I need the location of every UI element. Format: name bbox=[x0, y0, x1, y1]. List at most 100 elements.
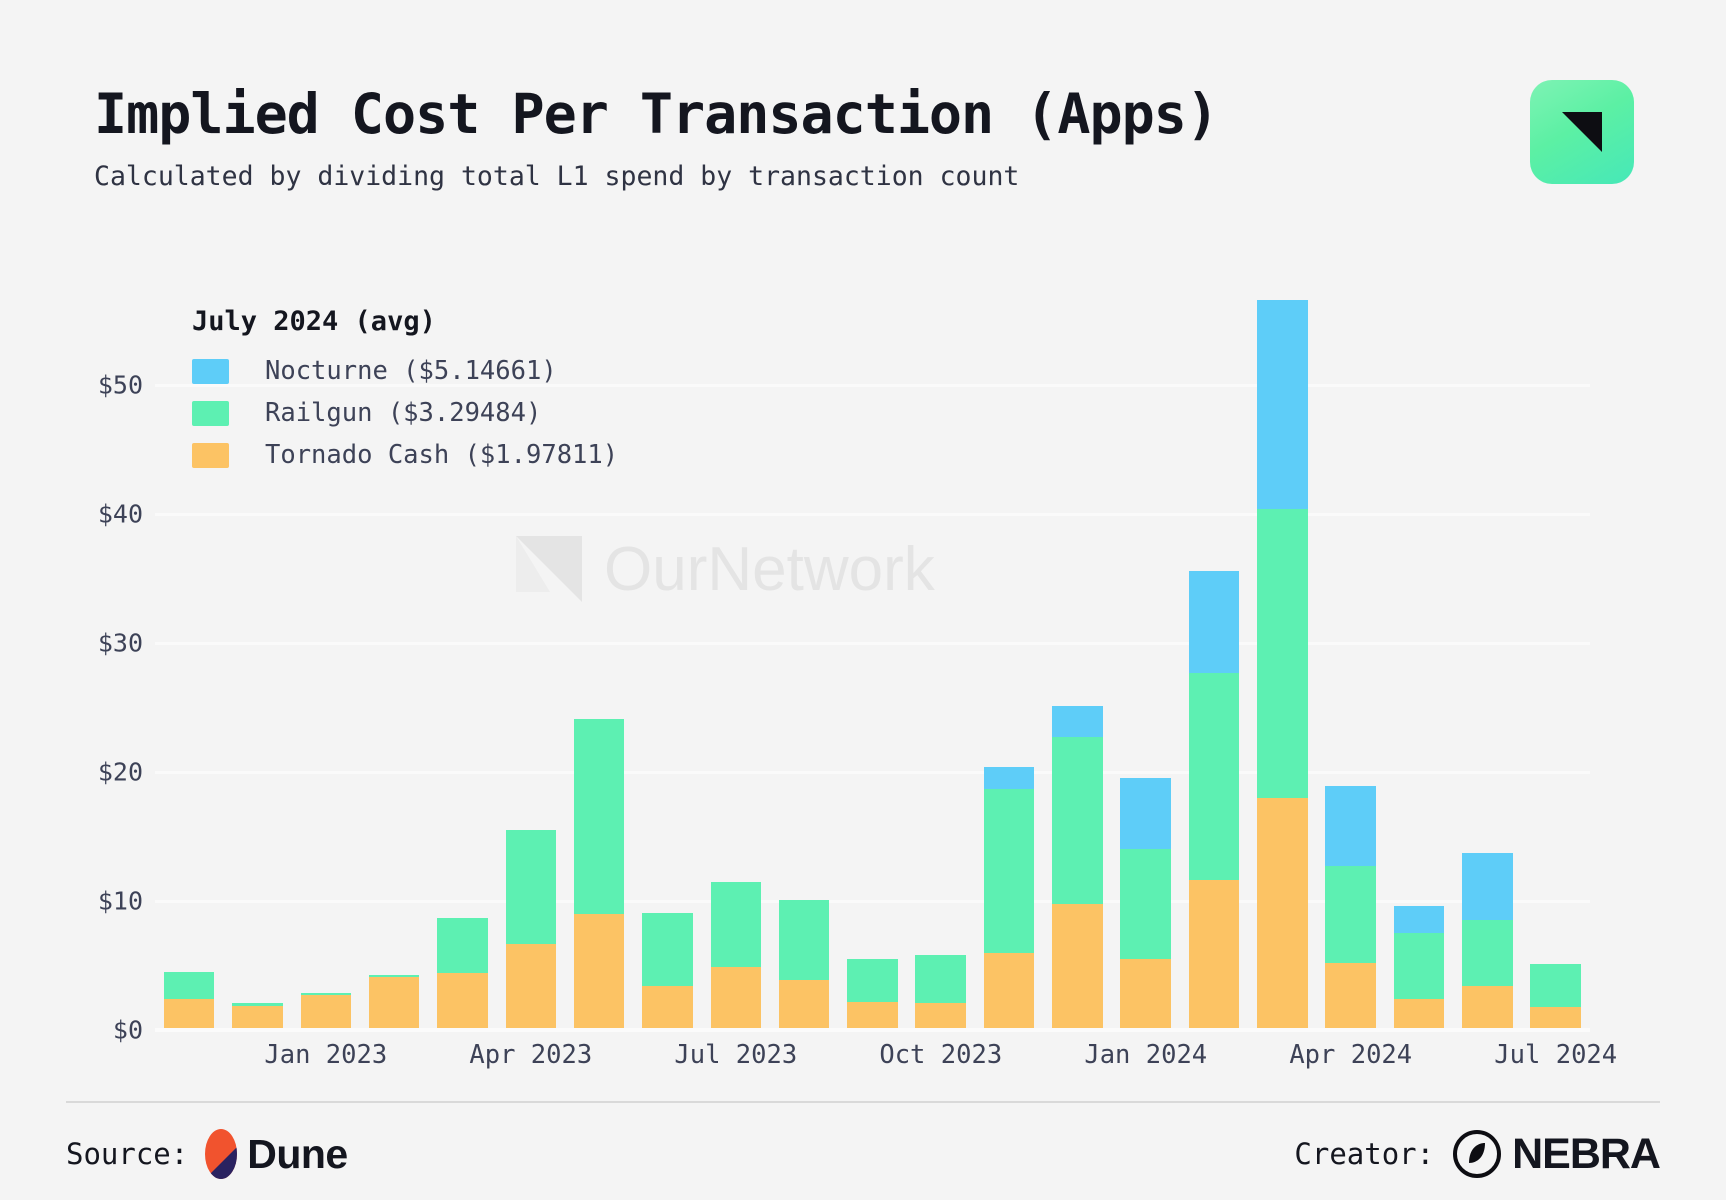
bar-slot[interactable] bbox=[1317, 385, 1385, 1030]
bar-segment-nocturne[interactable] bbox=[1393, 906, 1445, 934]
bar-stack[interactable] bbox=[1052, 706, 1103, 1030]
bar-stack[interactable] bbox=[505, 830, 557, 1030]
bar-segment-tornado-cash[interactable] bbox=[1325, 962, 1377, 1030]
legend-item-tornado-cash[interactable]: Tornado Cash ($1.97811) bbox=[192, 440, 618, 470]
bar-segment-tornado-cash[interactable] bbox=[642, 986, 693, 1030]
bar-segment-tornado-cash[interactable] bbox=[368, 977, 420, 1030]
dune-ellipse-logo-icon bbox=[204, 1128, 238, 1180]
chart-footer: Source: Dune Creator: NEBRA bbox=[66, 1124, 1661, 1184]
bar-segment-tornado-cash[interactable] bbox=[983, 952, 1035, 1030]
bar-segment-tornado-cash[interactable] bbox=[505, 943, 557, 1030]
bar-segment-railgun[interactable] bbox=[710, 881, 762, 967]
chart-card: Implied Cost Per Transaction (Apps) Calc… bbox=[0, 0, 1726, 1200]
bar-segment-nocturne[interactable] bbox=[983, 766, 1035, 789]
bar-segment-tornado-cash[interactable] bbox=[1462, 986, 1513, 1030]
bar-segment-tornado-cash[interactable] bbox=[915, 1002, 967, 1030]
bar-segment-tornado-cash[interactable] bbox=[300, 995, 352, 1030]
bar-stack[interactable] bbox=[232, 1002, 283, 1030]
bar-segment-railgun[interactable] bbox=[1462, 920, 1513, 987]
legend-item-nocturne[interactable]: Nocturne ($5.14661) bbox=[192, 356, 618, 386]
bar-segment-tornado-cash[interactable] bbox=[1188, 880, 1240, 1030]
bar-stack[interactable] bbox=[642, 912, 693, 1030]
bar-slot[interactable] bbox=[1112, 385, 1180, 1030]
bar-segment-nocturne[interactable] bbox=[1257, 299, 1308, 509]
bar-stack[interactable] bbox=[1325, 786, 1377, 1030]
bar-slot[interactable] bbox=[770, 385, 838, 1030]
bar-segment-railgun[interactable] bbox=[573, 719, 625, 914]
bar-stack[interactable] bbox=[573, 719, 625, 1030]
bar-segment-railgun[interactable] bbox=[1052, 737, 1103, 904]
bar-stack[interactable] bbox=[368, 974, 420, 1030]
bar-stack[interactable] bbox=[300, 992, 352, 1030]
bar-slot[interactable] bbox=[1385, 385, 1453, 1030]
bar-slot[interactable] bbox=[907, 385, 975, 1030]
bar-segment-railgun[interactable] bbox=[1325, 866, 1377, 963]
bar-stack[interactable] bbox=[163, 971, 215, 1030]
y-axis-tick-label: $30 bbox=[97, 628, 143, 658]
bar-segment-railgun[interactable] bbox=[642, 912, 693, 987]
bar-segment-railgun[interactable] bbox=[1188, 672, 1240, 881]
bar-stack[interactable] bbox=[983, 766, 1035, 1030]
bar-segment-railgun[interactable] bbox=[1120, 849, 1172, 960]
bar-stack[interactable] bbox=[1257, 299, 1308, 1030]
legend-swatch-icon bbox=[192, 400, 229, 426]
bar-segment-nocturne[interactable] bbox=[1462, 853, 1513, 921]
source-label: Source: bbox=[66, 1137, 189, 1171]
bar-segment-tornado-cash[interactable] bbox=[1257, 797, 1308, 1030]
bar-segment-tornado-cash[interactable] bbox=[437, 973, 488, 1030]
bar-stack[interactable] bbox=[778, 899, 830, 1030]
bar-segment-nocturne[interactable] bbox=[1052, 706, 1103, 738]
bar-stack[interactable] bbox=[437, 917, 488, 1030]
bar-segment-tornado-cash[interactable] bbox=[1530, 1006, 1581, 1030]
bar-segment-railgun[interactable] bbox=[915, 955, 967, 1003]
bar-slot[interactable] bbox=[702, 385, 770, 1030]
nebra-circle-logo-icon bbox=[1452, 1129, 1502, 1179]
bar-stack[interactable] bbox=[915, 955, 967, 1030]
bar-slot[interactable] bbox=[1522, 385, 1590, 1030]
bar-segment-tornado-cash[interactable] bbox=[232, 1005, 283, 1030]
bar-slot[interactable] bbox=[1043, 385, 1111, 1030]
bar-segment-railgun[interactable] bbox=[505, 830, 557, 944]
bar-segment-railgun[interactable] bbox=[163, 971, 215, 1000]
bar-slot[interactable] bbox=[838, 385, 906, 1030]
legend-rows: Nocturne ($5.14661) Railgun ($3.29484) Tor… bbox=[192, 356, 618, 470]
bar-slot[interactable] bbox=[633, 385, 701, 1030]
x-axis-tick-label: Jul 2023 bbox=[674, 1040, 798, 1070]
bar-slot[interactable] bbox=[1248, 299, 1316, 1030]
bar-segment-railgun[interactable] bbox=[1257, 508, 1308, 798]
bar-segment-tornado-cash[interactable] bbox=[573, 913, 625, 1030]
bar-segment-nocturne[interactable] bbox=[1188, 570, 1240, 673]
legend-item-railgun[interactable]: Railgun ($3.29484) bbox=[192, 398, 618, 428]
bar-stack[interactable] bbox=[1393, 906, 1445, 1030]
bar-segment-nocturne[interactable] bbox=[1120, 778, 1172, 850]
bar-stack[interactable] bbox=[1530, 964, 1581, 1030]
bar-slot[interactable] bbox=[1453, 385, 1521, 1030]
bar-stack[interactable] bbox=[1188, 570, 1240, 1030]
bar-slot[interactable] bbox=[1180, 385, 1248, 1030]
bar-stack[interactable] bbox=[710, 881, 762, 1030]
bar-stack[interactable] bbox=[1120, 778, 1172, 1030]
bar-slot[interactable] bbox=[975, 385, 1043, 1030]
bar-segment-tornado-cash[interactable] bbox=[163, 999, 215, 1030]
bar-segment-tornado-cash[interactable] bbox=[1052, 903, 1103, 1030]
bar-segment-tornado-cash[interactable] bbox=[847, 1001, 898, 1030]
bar-segment-railgun[interactable] bbox=[778, 899, 830, 980]
bar-segment-tornado-cash[interactable] bbox=[778, 979, 830, 1030]
bar-stack[interactable] bbox=[847, 959, 898, 1030]
bar-segment-railgun[interactable] bbox=[847, 959, 898, 1002]
legend-item-label: Tornado Cash ($1.97811) bbox=[265, 440, 619, 470]
bar-segment-tornado-cash[interactable] bbox=[1393, 999, 1445, 1030]
bar-segment-nocturne[interactable] bbox=[1325, 786, 1377, 867]
bar-segment-railgun[interactable] bbox=[983, 788, 1035, 953]
bar-segment-railgun[interactable] bbox=[1393, 933, 1445, 1000]
y-axis-tick-label: $50 bbox=[97, 370, 143, 400]
bar-segment-railgun[interactable] bbox=[1530, 964, 1581, 1007]
bar-segment-tornado-cash[interactable] bbox=[1120, 959, 1172, 1030]
x-axis-tick-label: Jul 2024 bbox=[1494, 1040, 1618, 1070]
creator-group: Creator: NEBRA bbox=[1294, 1129, 1661, 1179]
bar-stack[interactable] bbox=[1462, 853, 1513, 1030]
x-axis-tick-label: Jan 2023 bbox=[264, 1040, 388, 1070]
bar-segment-railgun[interactable] bbox=[437, 917, 488, 974]
legend-title: July 2024 (avg) bbox=[192, 306, 436, 337]
bar-segment-tornado-cash[interactable] bbox=[710, 966, 762, 1030]
